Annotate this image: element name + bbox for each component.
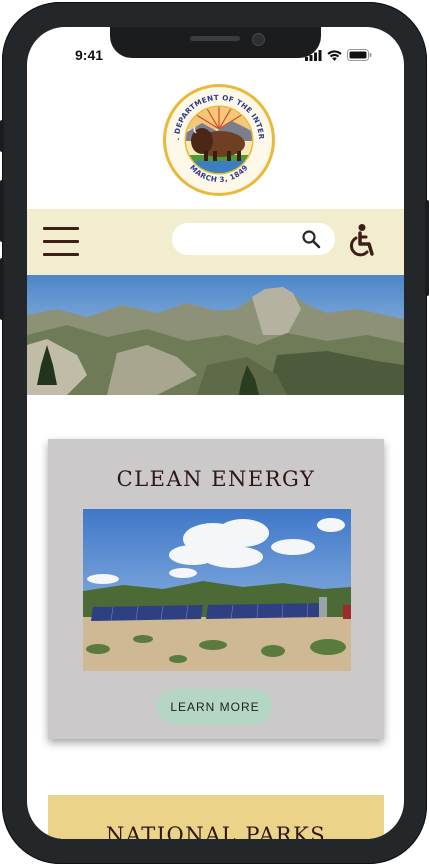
battery-icon <box>347 49 372 61</box>
signal-icon <box>305 49 322 61</box>
learn-more-button[interactable]: LEARN MORE <box>157 689 273 725</box>
search-icon[interactable] <box>301 229 321 249</box>
menu-button[interactable] <box>43 227 79 257</box>
screen: 9:41 . DEPARTMENT OF THE INTER MARCH 3, … <box>27 27 404 839</box>
section-card-national-parks: NATIONAL PARKS <box>48 795 384 839</box>
menu-icon-line <box>43 227 79 230</box>
department-seal[interactable]: U.S. DEPARTMENT OF THE INTERIOR MARCH 3,… <box>159 76 276 197</box>
speaker <box>190 36 240 41</box>
volume-up-button <box>0 180 4 242</box>
section-title: CLEAN ENERGY <box>116 467 316 491</box>
section-card-clean-energy: CLEAN ENERGY LEARN MORE <box>48 439 384 739</box>
mute-switch <box>0 120 4 152</box>
seal-icon: U.S. DEPARTMENT OF THE INTERIOR MARCH 3,… <box>159 76 275 196</box>
phone-frame: 9:41 . DEPARTMENT OF THE INTER MARCH 3, … <box>0 2 429 864</box>
power-button <box>425 200 429 296</box>
wifi-icon <box>327 49 342 61</box>
front-camera <box>252 33 265 46</box>
notch <box>110 27 321 58</box>
solar-panels-image <box>83 509 351 671</box>
status-time: 9:41 <box>75 47 104 63</box>
menu-icon-line <box>43 253 79 256</box>
search-box[interactable] <box>172 223 335 255</box>
accessibility-icon[interactable] <box>345 223 375 259</box>
section-title: NATIONAL PARKS <box>105 823 327 839</box>
search-input[interactable] <box>186 229 300 251</box>
status-icons <box>305 49 372 61</box>
volume-down-button <box>0 258 4 320</box>
nav-bar <box>27 209 404 275</box>
menu-icon-line <box>43 240 79 243</box>
hero-image <box>27 275 404 395</box>
